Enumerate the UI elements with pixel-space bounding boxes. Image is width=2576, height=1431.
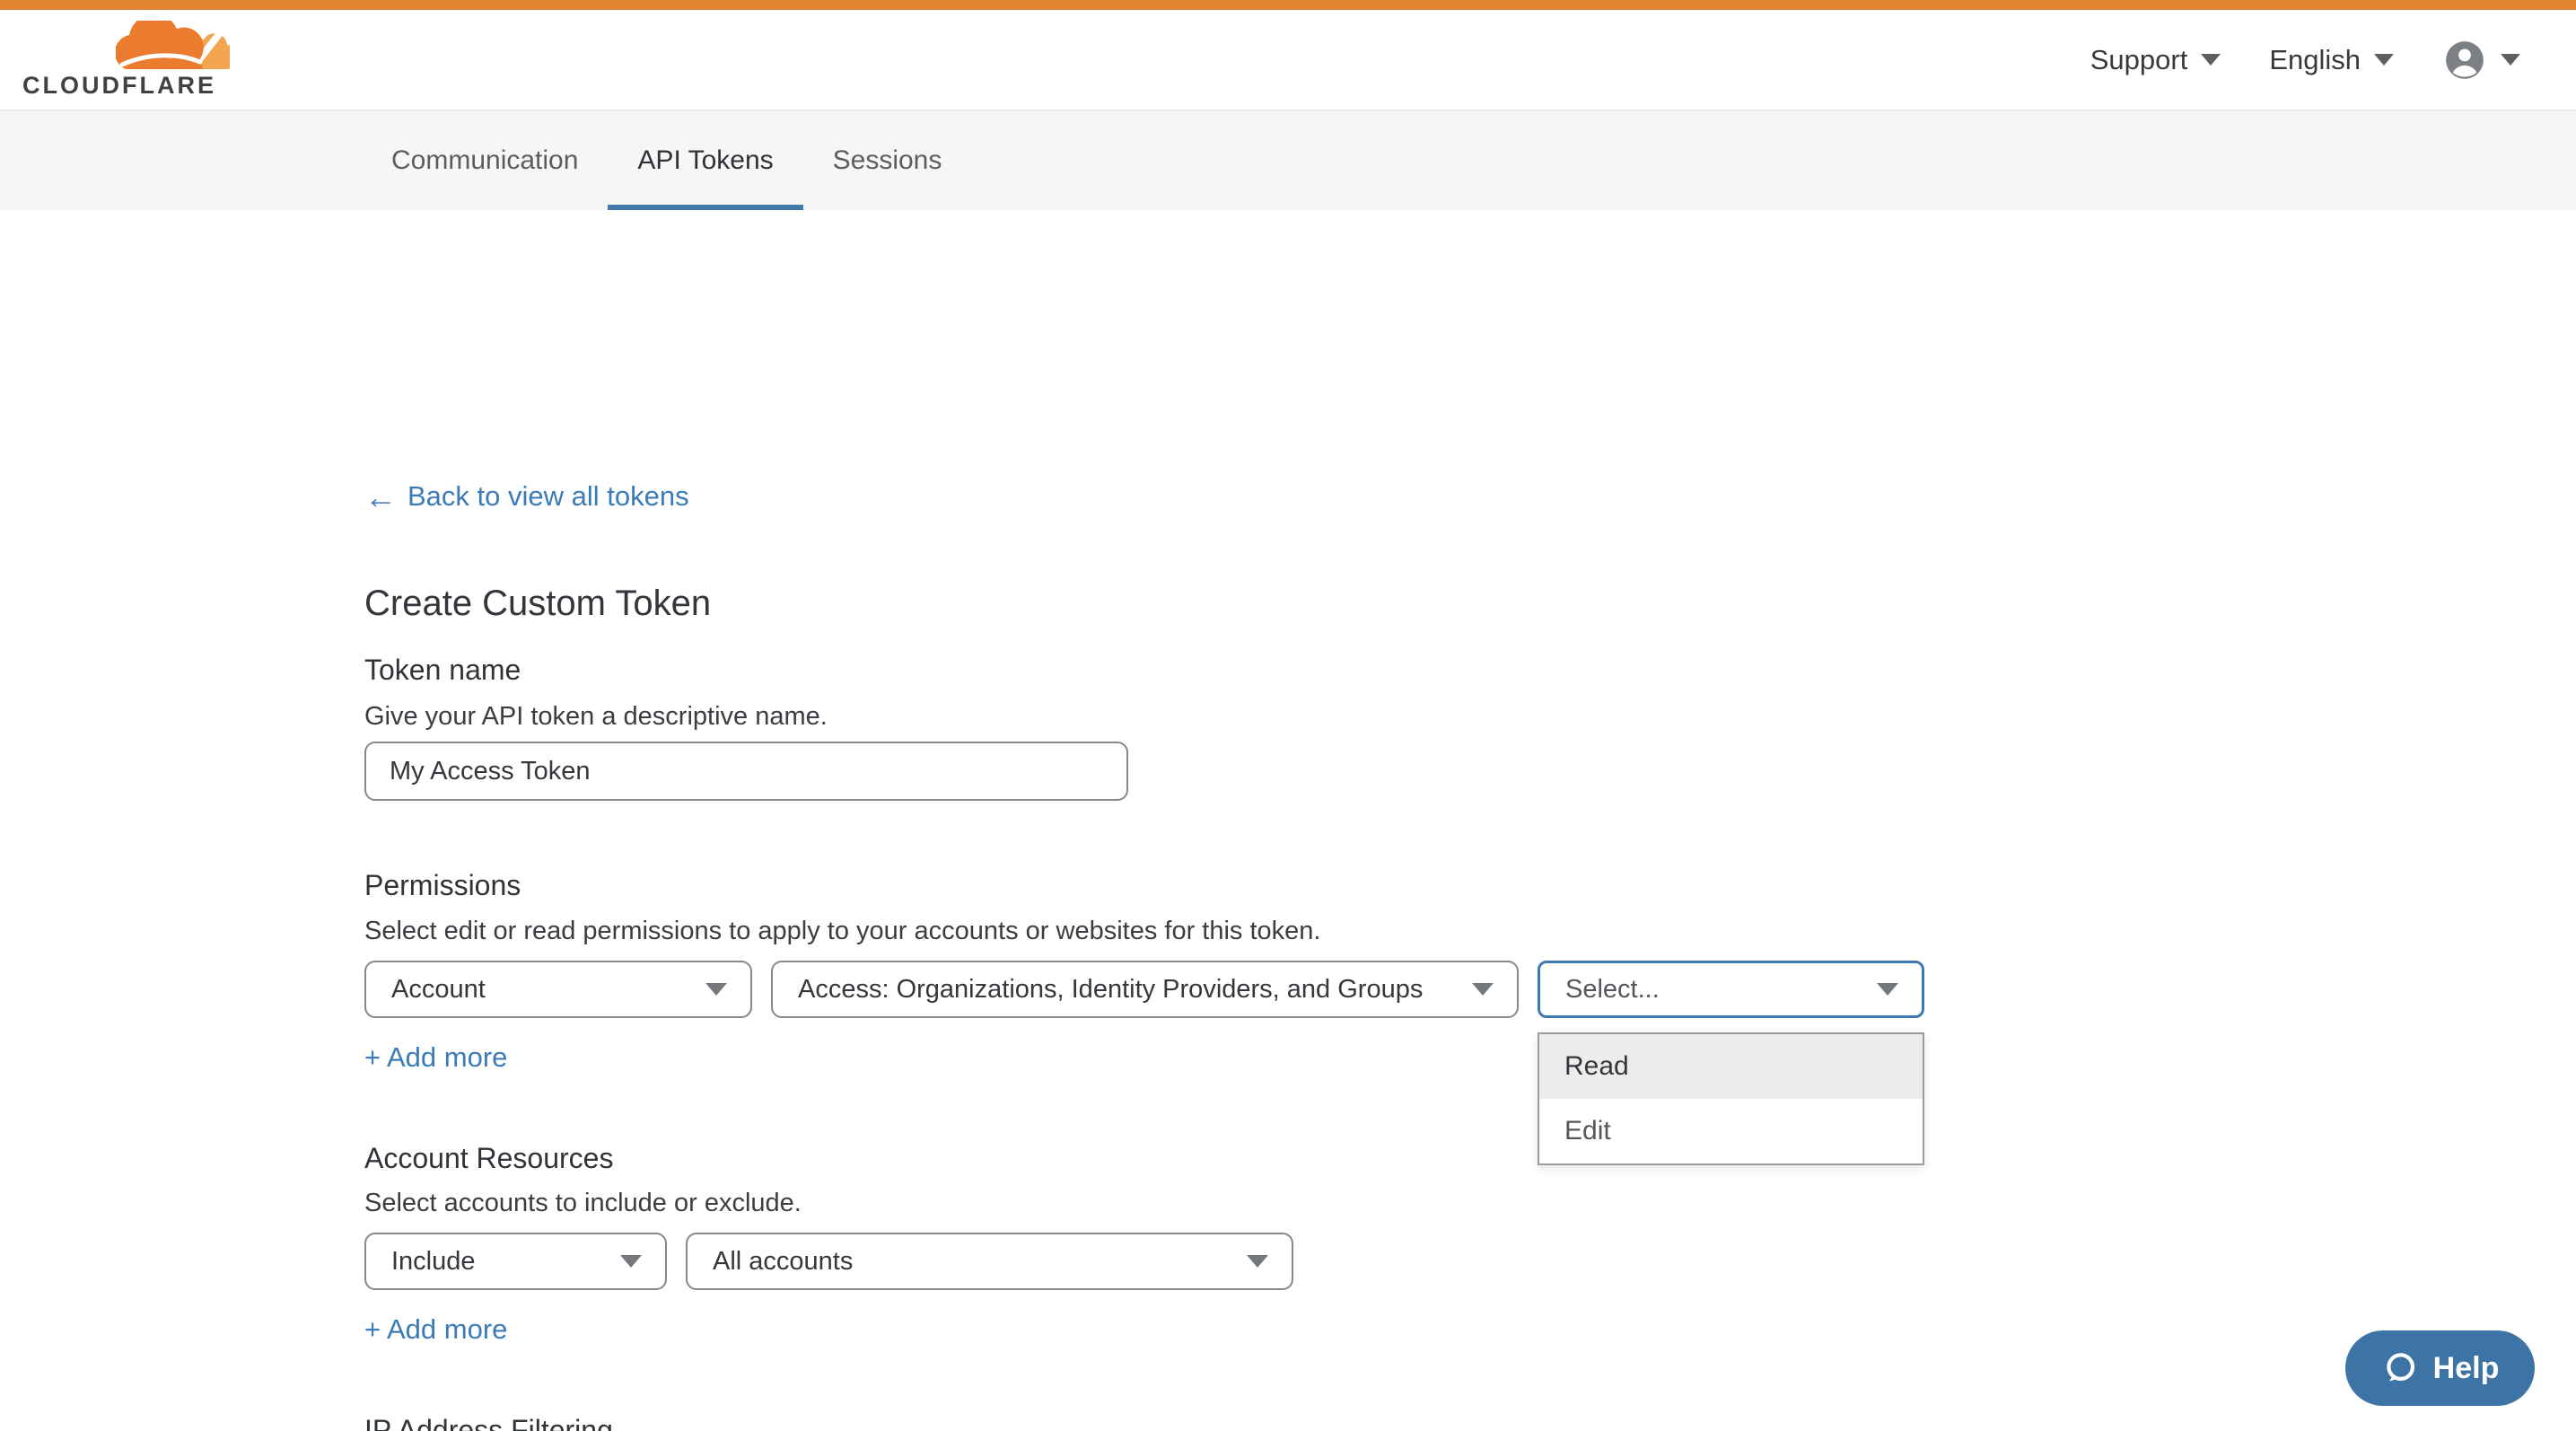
tab-sessions[interactable]: Sessions [803, 111, 972, 210]
token-name-input[interactable] [364, 742, 1128, 801]
token-name-heading: Token name [364, 654, 521, 687]
tab-communication[interactable]: Communication [362, 111, 608, 210]
ip-filtering-heading: IP Address Filtering [364, 1414, 613, 1431]
user-avatar-icon [2442, 38, 2487, 83]
cloudflare-logo-text: CLOUDFLARE [22, 72, 236, 100]
account-resources-row: Include All accounts [364, 1233, 1293, 1290]
account-resources-add-more-link[interactable]: + Add more [364, 1313, 507, 1346]
permission-access-dropdown[interactable]: Select... [1538, 961, 1924, 1018]
language-menu[interactable]: English [2269, 44, 2394, 76]
permissions-add-more-link[interactable]: + Add more [364, 1041, 507, 1074]
permission-group-dropdown[interactable]: Access: Organizations, Identity Provider… [771, 961, 1519, 1018]
support-menu-label: Support [2090, 44, 2188, 76]
support-menu[interactable]: Support [2090, 44, 2221, 76]
access-dropdown-menu: Read Edit [1538, 1032, 1924, 1165]
resource-mode-value: Include [391, 1247, 476, 1277]
chat-bubble-icon [2381, 1349, 2419, 1387]
tab-communication-label: Communication [391, 145, 578, 176]
profile-tabs: Communication API Tokens Sessions [0, 111, 2576, 210]
back-to-tokens-link[interactable]: ← Back to view all tokens [364, 480, 689, 513]
back-arrow-icon: ← [364, 483, 397, 511]
language-menu-label: English [2269, 44, 2361, 76]
cloudflare-logo[interactable]: CLOUDFLARE [22, 21, 236, 100]
account-resources-description: Select accounts to include or exclude. [364, 1189, 802, 1218]
permissions-description: Select edit or read permissions to apply… [364, 917, 1320, 946]
chevron-down-icon [1877, 983, 1898, 996]
chevron-down-icon [1247, 1255, 1268, 1268]
token-name-description: Give your API token a descriptive name. [364, 702, 828, 732]
permission-scope-dropdown[interactable]: Account [364, 961, 752, 1018]
tab-sessions-label: Sessions [833, 145, 942, 176]
tab-api-tokens-label: API Tokens [637, 145, 773, 176]
chevron-down-icon [2501, 54, 2520, 66]
permission-access-placeholder: Select... [1565, 975, 1660, 1005]
help-button[interactable]: Help [2345, 1330, 2535, 1406]
chevron-down-icon [620, 1255, 642, 1268]
permission-scope-value: Account [391, 975, 486, 1005]
cloudflare-cloud-icon [116, 21, 230, 70]
chevron-down-icon [2201, 54, 2221, 66]
permission-group-value: Access: Organizations, Identity Provider… [798, 975, 1423, 1005]
resource-accounts-dropdown[interactable]: All accounts [686, 1233, 1293, 1290]
header: CLOUDFLARE Support English [0, 10, 2576, 111]
permissions-heading: Permissions [364, 869, 521, 902]
page-title: Create Custom Token [364, 584, 711, 624]
account-menu[interactable] [2442, 38, 2520, 83]
create-token-form: ← Back to view all tokens Create Custom … [0, 210, 2576, 1429]
tab-api-tokens[interactable]: API Tokens [608, 111, 802, 210]
help-button-label: Help [2433, 1351, 2500, 1386]
header-nav: Support English [2090, 38, 2520, 83]
chevron-down-icon [705, 983, 727, 996]
account-resources-heading: Account Resources [364, 1142, 613, 1175]
resource-accounts-value: All accounts [713, 1247, 853, 1277]
back-link-label: Back to view all tokens [407, 480, 689, 513]
menu-option-read[interactable]: Read [1539, 1034, 1923, 1099]
chevron-down-icon [2374, 54, 2394, 66]
chevron-down-icon [1472, 983, 1494, 996]
permissions-row: Account Access: Organizations, Identity … [364, 961, 1924, 1018]
menu-option-edit[interactable]: Edit [1539, 1099, 1923, 1163]
brand-accent-bar [0, 0, 2576, 10]
resource-mode-dropdown[interactable]: Include [364, 1233, 667, 1290]
